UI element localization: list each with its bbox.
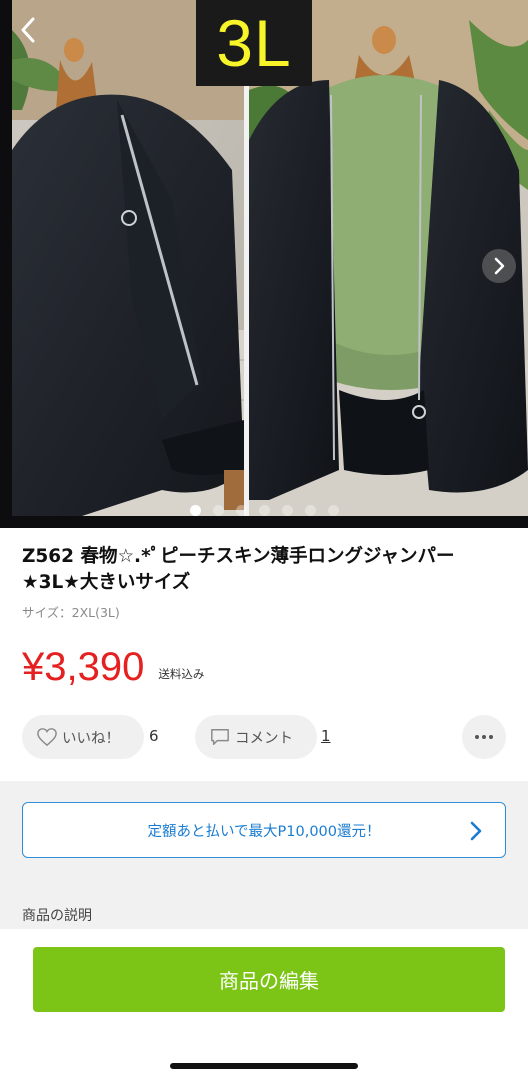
carousel-dot[interactable] — [189, 505, 201, 516]
carousel-dot[interactable] — [327, 505, 339, 516]
chevron-left-icon — [21, 17, 35, 43]
size-badge: 3L — [196, 0, 312, 86]
comment-count[interactable]: 1 — [321, 727, 331, 745]
like-label: いいね！ — [62, 730, 120, 747]
product-price: ¥3,390 — [22, 645, 145, 689]
promo-text: 定額あと払いで最大P10,000還元！ — [147, 823, 381, 840]
like-button[interactable]: いいね！ — [22, 715, 144, 759]
comment-icon — [211, 729, 229, 745]
carousel-dot[interactable] — [281, 505, 293, 516]
more-options-button[interactable] — [462, 715, 506, 759]
chevron-right-icon — [470, 821, 482, 841]
description-section-title: 商品の説明 — [22, 908, 92, 924]
payment-promo-banner[interactable]: 定額あと払いで最大P10,000還元！ — [22, 802, 506, 858]
edit-listing-button[interactable]: 商品の編集 — [33, 947, 505, 1012]
carousel-dot[interactable] — [212, 505, 224, 516]
back-button[interactable] — [10, 12, 46, 48]
comment-button[interactable]: コメント — [195, 715, 317, 759]
carousel-dot[interactable] — [258, 505, 270, 516]
home-indicator[interactable] — [170, 1063, 358, 1069]
product-image-carousel[interactable]: 3L — [0, 0, 528, 528]
heart-icon — [37, 728, 57, 747]
price-row: ¥3,390 送料込み — [22, 644, 204, 690]
chevron-right-icon — [494, 257, 505, 275]
next-image-button[interactable] — [482, 249, 516, 283]
action-row: いいね！ 6 コメント 1 — [22, 715, 512, 759]
carousel-pagination[interactable] — [0, 505, 528, 517]
comment-label: コメント — [235, 730, 293, 747]
product-size: サイズ：2XL(3L) — [22, 605, 120, 620]
more-horizontal-icon — [475, 735, 493, 739]
shipping-info: 送料込み — [158, 667, 205, 681]
size-badge-label: 3L — [216, 6, 292, 80]
like-count: 6 — [149, 727, 159, 745]
carousel-dot[interactable] — [304, 505, 316, 516]
product-title: Z562 春物☆.*ﾟピーチスキン薄手ロングジャンパー★3L★大きいサイズ — [22, 546, 455, 593]
carousel-dot[interactable] — [235, 505, 247, 516]
